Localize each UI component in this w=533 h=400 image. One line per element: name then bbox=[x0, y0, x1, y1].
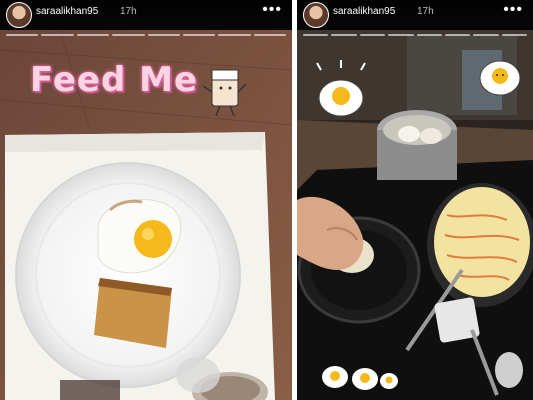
avatar[interactable] bbox=[303, 2, 329, 28]
timestamp: 17h bbox=[417, 6, 434, 17]
fried-egg-sticker-icon bbox=[322, 366, 348, 388]
more-dots-icon[interactable]: ••• bbox=[262, 1, 282, 19]
cooking-photo bbox=[297, 30, 533, 400]
story-header: saraalikhan95 17h ••• bbox=[297, 0, 533, 30]
more-dots-icon[interactable]: ••• bbox=[503, 1, 523, 19]
username[interactable]: saraalikhan95 bbox=[333, 6, 395, 17]
timestamp: 17h bbox=[120, 6, 137, 17]
fried-egg-sticker-icon bbox=[380, 373, 398, 389]
story-photo bbox=[297, 30, 533, 400]
story-panel-left[interactable]: saraalikhan95 17h ••• Feed Me bbox=[0, 0, 292, 400]
story-progress bbox=[303, 34, 527, 36]
feed-me-sticker: Feed Me bbox=[30, 60, 199, 100]
avatar[interactable] bbox=[6, 2, 32, 28]
fried-egg-sticker-icon bbox=[479, 60, 521, 96]
story-progress bbox=[6, 34, 286, 36]
username[interactable]: saraalikhan95 bbox=[36, 6, 98, 17]
story-panel-right[interactable]: saraalikhan95 17h ••• bbox=[297, 0, 533, 400]
fried-egg-sticker-icon bbox=[352, 368, 378, 390]
story-header: saraalikhan95 17h ••• bbox=[0, 0, 292, 30]
